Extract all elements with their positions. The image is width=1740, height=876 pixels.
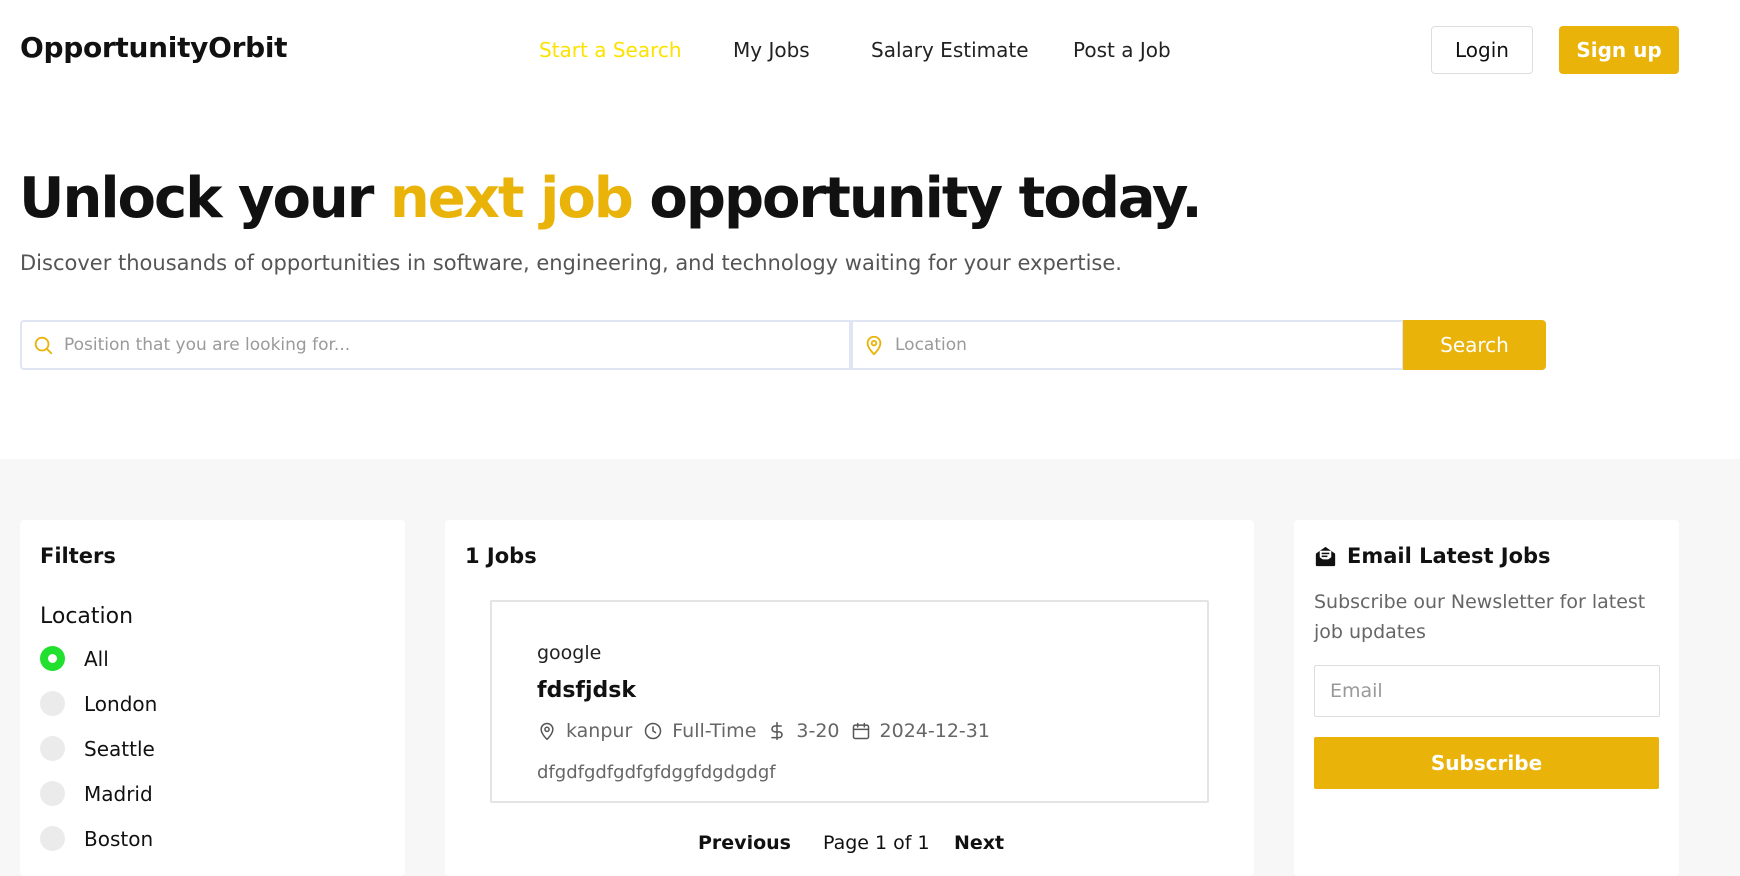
location-pin-icon [537, 721, 557, 741]
nav-start-search[interactable]: Start a Search [539, 38, 682, 62]
filter-option-london[interactable]: London [40, 691, 157, 716]
job-salary-text: 3-20 [796, 720, 840, 742]
nav-post-job[interactable]: Post a Job [1073, 38, 1171, 62]
email-input[interactable] [1314, 665, 1660, 717]
job-meta: kanpur Full-Time 3-20 2024-12-31 [537, 720, 1001, 742]
location-search-field[interactable] [851, 320, 1404, 370]
search-icon [34, 336, 53, 355]
hero-title: Unlock your next job opportunity today. [19, 166, 1203, 231]
filter-option-label: Seattle [84, 736, 155, 761]
previous-page-button[interactable]: Previous [698, 832, 791, 854]
job-date-text: 2024-12-31 [879, 720, 990, 742]
job-company: google [537, 642, 602, 664]
next-page-button[interactable]: Next [954, 832, 1004, 854]
radio-all[interactable] [40, 646, 65, 671]
radio-seattle[interactable] [40, 736, 65, 761]
job-title[interactable]: fdsfjdsk [537, 678, 636, 703]
filter-option-label: Boston [84, 826, 154, 851]
filters-panel: Filters Location All London Seattle Madr… [20, 520, 405, 876]
filter-option-label: London [84, 691, 158, 716]
clock-icon [643, 721, 663, 741]
location-search-input[interactable] [895, 335, 1402, 355]
radio-madrid[interactable] [40, 781, 65, 806]
radio-london[interactable] [40, 691, 65, 716]
location-filter-label: Location [40, 604, 134, 629]
location-pin-icon [866, 335, 882, 356]
position-search-input[interactable] [64, 335, 849, 355]
hero-subtitle: Discover thousands of opportunities in s… [20, 251, 1122, 275]
site-header: OpportunityOrbit Start a Search My Jobs … [0, 0, 1740, 100]
newsletter-header: Email Latest Jobs [1314, 544, 1551, 568]
radio-boston[interactable] [40, 826, 65, 851]
filter-option-label: All [84, 646, 109, 671]
nav-salary-estimate[interactable]: Salary Estimate [871, 38, 1029, 62]
signup-button[interactable]: Sign up [1559, 26, 1679, 74]
job-date: 2024-12-31 [851, 720, 990, 742]
filters-title: Filters [40, 544, 116, 568]
nav-my-jobs[interactable]: My Jobs [733, 38, 810, 62]
job-type: Full-Time [643, 720, 756, 742]
search-button[interactable]: Search [1403, 320, 1546, 370]
calendar-icon [851, 721, 871, 741]
job-type-text: Full-Time [672, 720, 757, 742]
filter-option-all[interactable]: All [40, 646, 109, 671]
newsletter-description: Subscribe our Newsletter for latest job … [1314, 591, 1646, 643]
jobs-panel: 1 Jobs google fdsfjdsk kanpur Full-Time … [445, 520, 1254, 876]
filter-option-madrid[interactable]: Madrid [40, 781, 153, 806]
newsletter-panel: Email Latest Jobs Subscribe our Newslett… [1294, 520, 1679, 876]
job-card[interactable]: google fdsfjdsk kanpur Full-Time 3-20 20… [490, 600, 1209, 803]
jobs-count: 1 Jobs [465, 544, 537, 568]
filter-option-boston[interactable]: Boston [40, 826, 153, 851]
dollar-icon [767, 721, 787, 741]
hero-title-end: opportunity today. [631, 166, 1202, 231]
filter-option-label: Madrid [84, 781, 153, 806]
page-indicator: Page 1 of 1 [823, 832, 930, 854]
job-salary: 3-20 [767, 720, 840, 742]
hero-title-start: Unlock your [19, 166, 390, 231]
site-logo[interactable]: OpportunityOrbit [20, 31, 288, 64]
job-location-text: kanpur [566, 720, 633, 742]
hero-title-accent: next job [389, 166, 634, 231]
newsletter-title: Email Latest Jobs [1347, 544, 1551, 568]
subscribe-button[interactable]: Subscribe [1314, 737, 1659, 789]
job-location: kanpur [537, 720, 632, 742]
job-description: dfgdfgdfgdfgfdggfdgdgdgf [537, 762, 776, 783]
mail-icon [1315, 546, 1336, 566]
filter-option-seattle[interactable]: Seattle [40, 736, 155, 761]
login-button[interactable]: Login [1431, 26, 1533, 74]
position-search-field[interactable] [20, 320, 851, 370]
